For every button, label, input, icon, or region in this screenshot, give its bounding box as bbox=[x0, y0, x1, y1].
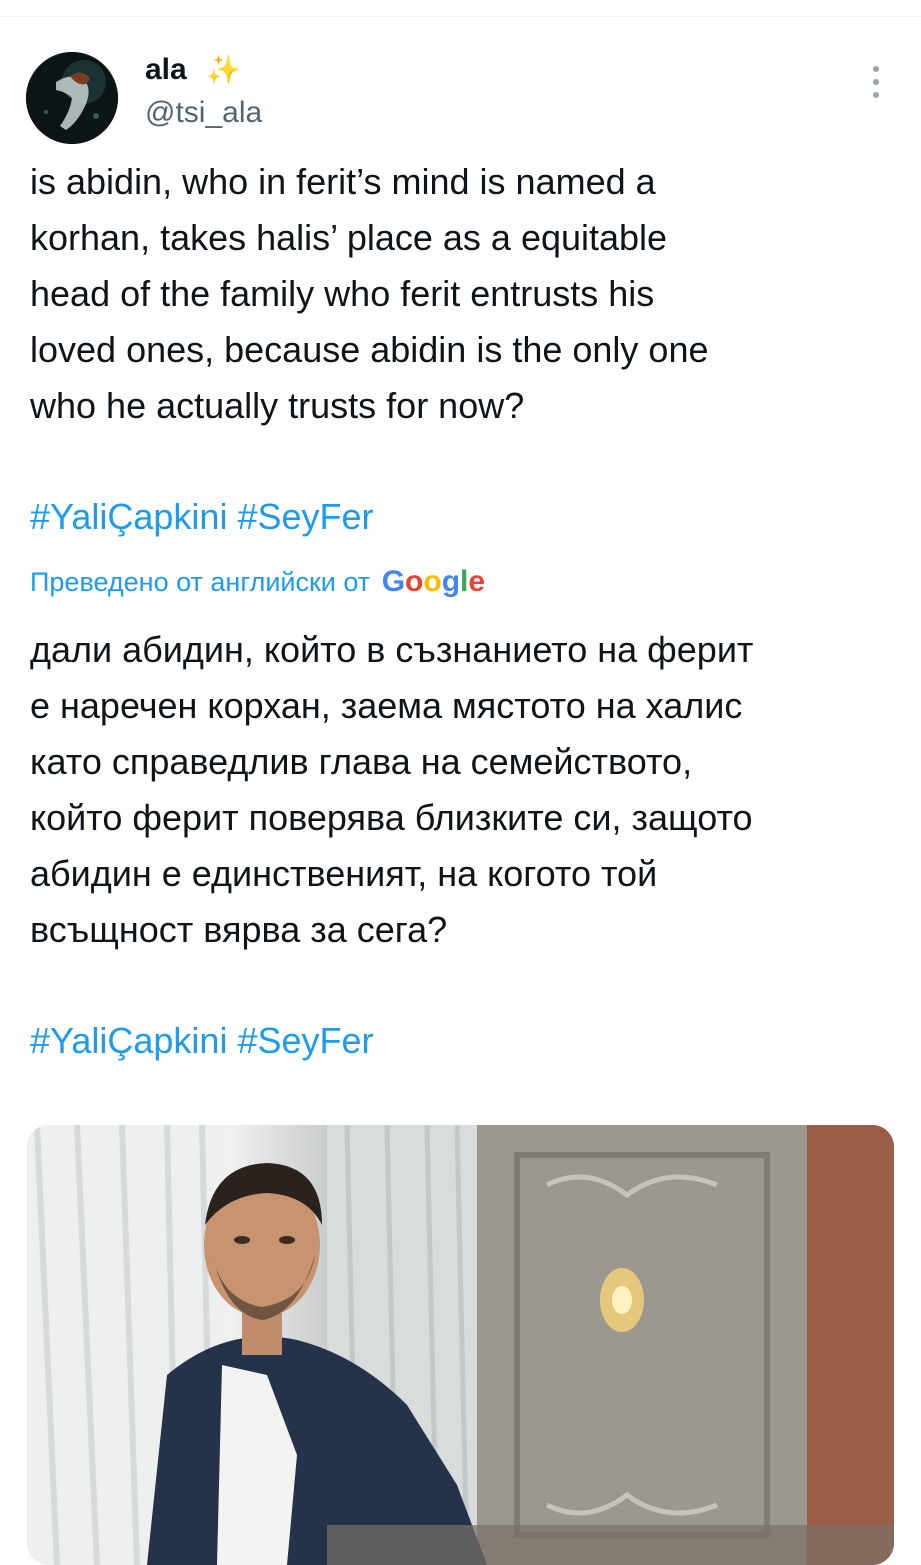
google-logo-letter: G bbox=[381, 565, 406, 598]
google-logo-letter: g bbox=[441, 565, 461, 598]
tweet-text: is abidin, who in ferit’s mind is named … bbox=[30, 161, 709, 426]
tweet-media-image[interactable] bbox=[27, 1125, 894, 1565]
hashtag-link[interactable]: #SeyFer bbox=[237, 496, 373, 537]
more-vertical-icon-dot bbox=[873, 79, 879, 85]
more-vertical-icon-dot bbox=[873, 92, 879, 98]
sparkles-icon: ✨ bbox=[206, 54, 241, 85]
more-options-button[interactable] bbox=[862, 62, 890, 102]
translation-label: Преведено от английски от bbox=[30, 567, 371, 597]
more-vertical-icon bbox=[873, 66, 879, 72]
hashtag-link[interactable]: #SeyFer bbox=[237, 1020, 373, 1061]
avatar-image bbox=[26, 52, 118, 144]
hashtags: #YaliÇapkini #SeyFer bbox=[30, 489, 890, 545]
google-logo-letter: o bbox=[405, 565, 424, 598]
translation-attribution[interactable]: Преведено от английски от Google bbox=[30, 564, 485, 600]
google-logo: Google bbox=[382, 565, 485, 598]
translated-hashtags: #YaliÇapkini #SeyFer bbox=[30, 1013, 890, 1069]
hashtag-link[interactable]: #YaliÇapkini bbox=[30, 496, 227, 537]
hashtag-link[interactable]: #YaliÇapkini bbox=[30, 1020, 227, 1061]
author-handle[interactable]: @tsi_ala bbox=[145, 95, 262, 131]
google-logo-letter: e bbox=[468, 565, 486, 598]
google-logo-letter: o bbox=[423, 565, 442, 598]
translated-text: дали абидин, който в съзнанието на ферит… bbox=[30, 629, 754, 950]
avatar[interactable] bbox=[26, 52, 118, 144]
media-illustration bbox=[27, 1125, 894, 1565]
author-name[interactable]: ala bbox=[145, 52, 187, 88]
top-divider bbox=[0, 16, 921, 17]
